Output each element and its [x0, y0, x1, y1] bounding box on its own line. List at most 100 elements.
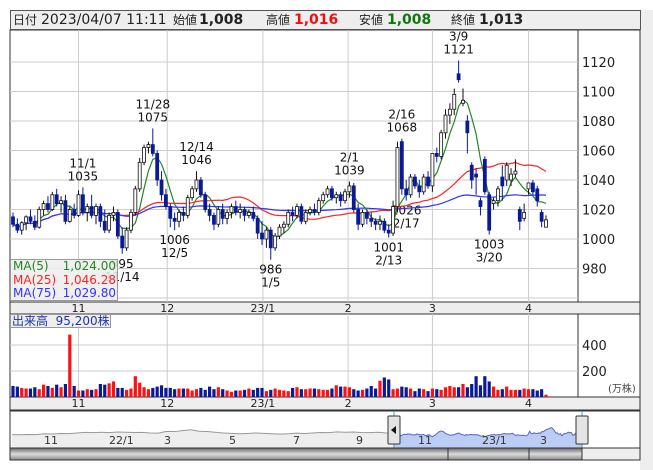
candle-body — [89, 206, 94, 216]
volume-bar — [295, 387, 299, 397]
datetime: 2023/04/07 11:11 — [41, 12, 167, 28]
volume-bar — [535, 390, 539, 397]
annotation-line1: 986 — [259, 263, 282, 277]
volume-bar — [426, 391, 430, 397]
volume-bar — [55, 384, 59, 397]
candle — [133, 185, 138, 216]
candle — [137, 157, 142, 192]
volume-bar — [129, 388, 133, 397]
volume-bar — [422, 389, 426, 397]
candle-body — [373, 220, 378, 225]
candle-body — [295, 206, 299, 216]
volume-bar — [317, 389, 321, 397]
navigator-label: 7 — [293, 434, 300, 447]
candle-body — [535, 188, 540, 202]
low-value: 1,008 — [387, 12, 432, 28]
candle-body — [439, 132, 444, 157]
candle-body — [59, 200, 63, 204]
candle-body — [434, 153, 439, 157]
volume-bar — [116, 387, 120, 397]
candle-body — [277, 226, 282, 237]
candle-body — [474, 173, 478, 178]
volume-bar — [435, 389, 439, 397]
candle-body — [115, 212, 120, 237]
candle-body — [212, 214, 216, 225]
candle-body — [290, 212, 295, 216]
month-label: 4 — [525, 397, 532, 410]
volume-bar — [430, 388, 435, 397]
month-label: 3 — [429, 302, 436, 315]
candle — [360, 209, 365, 228]
candle-body — [63, 200, 68, 222]
volume-bar — [443, 387, 448, 397]
volume-bar — [496, 389, 500, 397]
volume-bar — [138, 382, 142, 397]
volume-bar — [522, 388, 526, 397]
annotation-line1: 2/16 — [388, 108, 415, 122]
volume-bar — [33, 387, 37, 397]
candle-body — [325, 188, 330, 196]
volume-bar — [256, 387, 260, 397]
candle — [216, 206, 221, 228]
candle-body — [120, 235, 125, 249]
volume-bar — [505, 386, 509, 397]
candle-body — [81, 194, 85, 213]
candle-body — [264, 229, 269, 240]
volume-bar — [72, 385, 76, 397]
volume-tick-label: 400 — [582, 339, 607, 354]
candle-body — [334, 194, 339, 199]
volume-bar — [369, 385, 373, 397]
navigator-handle-right[interactable] — [575, 415, 589, 445]
candle-body — [137, 161, 142, 190]
candle-body — [268, 229, 273, 249]
volume-bar — [531, 389, 535, 397]
candle — [395, 141, 400, 213]
volume-bar — [378, 380, 382, 397]
annotation-line1: 3/9 — [449, 30, 468, 44]
volume-bar — [181, 388, 185, 397]
month-label: 2 — [345, 302, 352, 315]
volume-bar — [155, 386, 159, 397]
volume-bar — [282, 390, 286, 397]
candle-body — [338, 194, 343, 202]
candle-body — [544, 219, 548, 228]
candle-body — [102, 220, 107, 231]
scrollbar-thumb[interactable] — [9, 447, 583, 461]
volume-bar — [85, 389, 89, 397]
ma75-label: MA(75) — [13, 286, 57, 300]
scrollbar-track — [581, 447, 641, 461]
candle-body — [312, 209, 317, 213]
volume-bar — [225, 390, 229, 397]
candle-body — [207, 209, 212, 216]
volume-bar — [76, 390, 81, 397]
price-tick-label: 1100 — [582, 86, 615, 101]
volume-bar — [500, 389, 504, 397]
volume-bar — [133, 376, 137, 397]
candle-body — [15, 223, 20, 231]
volume-bar — [299, 389, 303, 397]
candle-body — [19, 222, 24, 231]
volume-bar — [513, 389, 518, 397]
volume-bar — [352, 389, 356, 397]
candle — [439, 129, 444, 160]
candle — [185, 194, 190, 219]
candle-body — [133, 188, 138, 213]
annotation-line1: 12/14 — [179, 140, 214, 154]
candle — [351, 182, 356, 213]
candle-body — [37, 209, 42, 228]
candle-body — [530, 182, 535, 193]
month-label: 23/1 — [251, 302, 276, 315]
date-label: 日付 — [13, 13, 38, 27]
candle-body — [386, 229, 391, 234]
navigator-label: 9 — [356, 434, 363, 447]
volume-label: 出来高 — [12, 314, 49, 328]
candle-body — [242, 209, 247, 216]
candle-body — [308, 209, 312, 213]
annotation-line2: 2/17 — [393, 217, 420, 231]
ma25-row: MA(25) 1,046.28 — [13, 273, 117, 288]
volume-bar — [50, 387, 54, 397]
candle-body — [168, 206, 173, 219]
candle-body — [41, 203, 46, 210]
candle-body — [54, 194, 59, 204]
volume-bar — [151, 387, 155, 397]
